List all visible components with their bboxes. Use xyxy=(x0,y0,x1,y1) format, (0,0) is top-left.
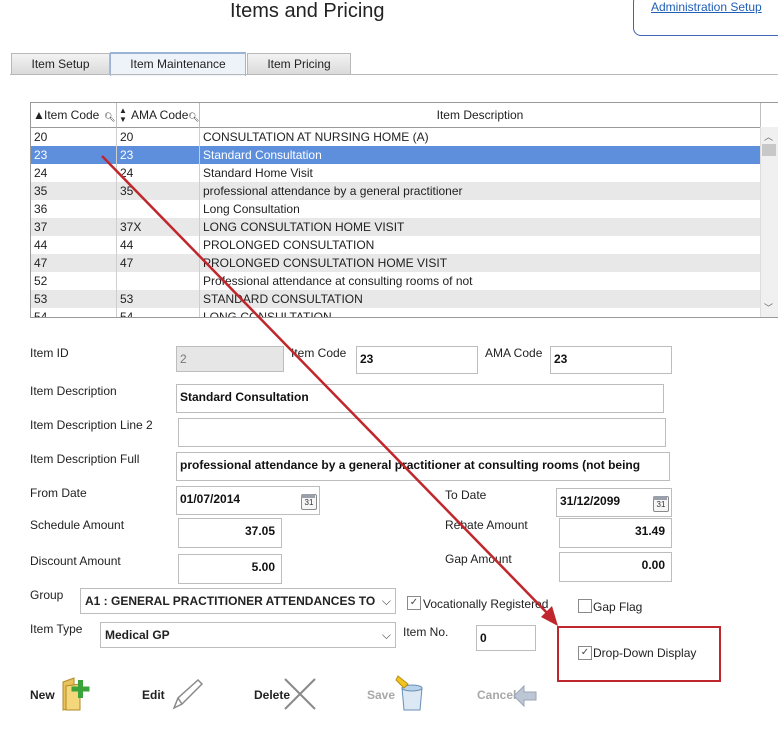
pencil-icon[interactable] xyxy=(170,678,204,712)
annotation-arrow xyxy=(101,155,558,626)
delete-x-icon[interactable] xyxy=(282,676,318,712)
edit-button[interactable]: Edit xyxy=(142,688,165,702)
new-folder-icon[interactable] xyxy=(60,676,92,712)
cancel-undo-icon[interactable] xyxy=(510,682,540,710)
save-button[interactable]: Save xyxy=(367,688,395,702)
new-button[interactable]: New xyxy=(30,688,55,702)
save-paint-icon[interactable] xyxy=(394,674,428,712)
